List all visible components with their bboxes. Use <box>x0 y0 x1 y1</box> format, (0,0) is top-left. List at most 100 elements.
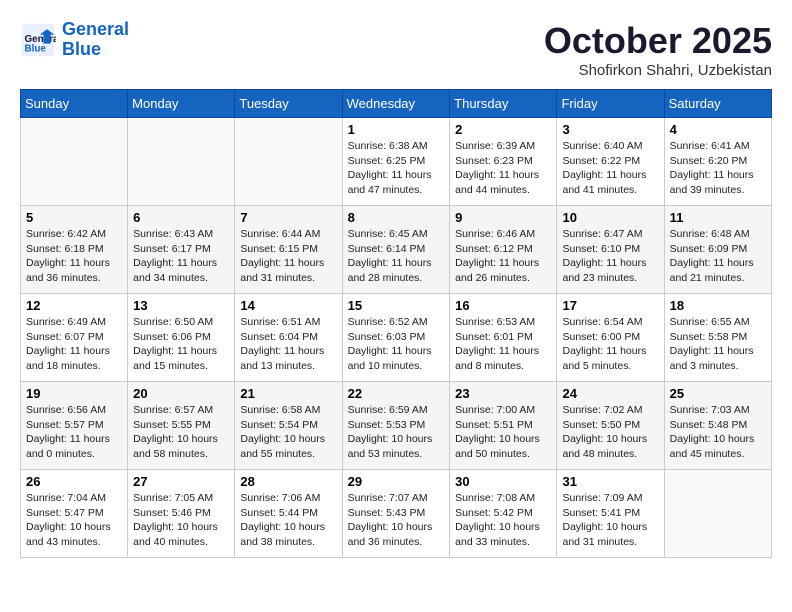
calendar-cell: 5 Sunrise: 6:42 AM Sunset: 6:18 PM Daylig… <box>21 206 128 294</box>
calendar-cell <box>128 118 235 206</box>
calendar-cell: 18 Sunrise: 6:55 AM Sunset: 5:58 PM Dayli… <box>664 294 771 382</box>
calendar-cell: 2Sunrise: 6:39 AM Sunset: 6:23 PM Daylig… <box>450 118 557 206</box>
day-number: 3 <box>562 122 658 137</box>
calendar-table: SundayMondayTuesdayWednesdayThursdayFrid… <box>20 89 772 558</box>
weekday-header-wednesday: Wednesday <box>342 90 450 118</box>
calendar-cell: 23 Sunrise: 7:00 AM Sunset: 5:51 PM Dayli… <box>450 382 557 470</box>
day-info: Sunrise: 7:05 AM Sunset: 5:46 PM Dayligh… <box>133 491 229 550</box>
day-info: Sunrise: 6:43 AM Sunset: 6:17 PM Dayligh… <box>133 227 229 286</box>
location-subtitle: Shofirkon Shahri, Uzbekistan <box>544 62 772 79</box>
day-number: 20 <box>133 386 229 401</box>
weekday-header-thursday: Thursday <box>450 90 557 118</box>
day-number: 16 <box>455 298 551 313</box>
day-info: Sunrise: 6:51 AM Sunset: 6:04 PM Dayligh… <box>240 315 336 374</box>
logo: General Blue General Blue <box>20 20 129 60</box>
day-number: 28 <box>240 474 336 489</box>
weekday-header-row: SundayMondayTuesdayWednesdayThursdayFrid… <box>21 90 772 118</box>
week-row-1: 1Sunrise: 6:38 AM Sunset: 6:25 PM Daylig… <box>21 118 772 206</box>
day-number: 2 <box>455 122 551 137</box>
calendar-cell: 20Sunrise: 6:57 AM Sunset: 5:55 PM Dayli… <box>128 382 235 470</box>
day-number: 11 <box>670 210 766 225</box>
day-number: 30 <box>455 474 551 489</box>
day-number: 7 <box>240 210 336 225</box>
day-info: Sunrise: 6:44 AM Sunset: 6:15 PM Dayligh… <box>240 227 336 286</box>
calendar-cell: 1Sunrise: 6:38 AM Sunset: 6:25 PM Daylig… <box>342 118 450 206</box>
weekday-header-friday: Friday <box>557 90 664 118</box>
day-info: Sunrise: 6:41 AM Sunset: 6:20 PM Dayligh… <box>670 139 766 198</box>
week-row-2: 5 Sunrise: 6:42 AM Sunset: 6:18 PM Daylig… <box>21 206 772 294</box>
day-info: Sunrise: 7:08 AM Sunset: 5:42 PM Dayligh… <box>455 491 551 550</box>
day-info: Sunrise: 7:09 AM Sunset: 5:41 PM Dayligh… <box>562 491 658 550</box>
calendar-cell: 7 Sunrise: 6:44 AM Sunset: 6:15 PM Daylig… <box>235 206 342 294</box>
day-info: Sunrise: 6:53 AM Sunset: 6:01 PM Dayligh… <box>455 315 551 374</box>
day-info: Sunrise: 6:46 AM Sunset: 6:12 PM Dayligh… <box>455 227 551 286</box>
day-info: Sunrise: 6:55 AM Sunset: 5:58 PM Dayligh… <box>670 315 766 374</box>
day-info: Sunrise: 7:00 AM Sunset: 5:51 PM Dayligh… <box>455 403 551 462</box>
day-info: Sunrise: 6:49 AM Sunset: 6:07 PM Dayligh… <box>26 315 122 374</box>
calendar-cell: 8 Sunrise: 6:45 AM Sunset: 6:14 PM Daylig… <box>342 206 450 294</box>
day-number: 21 <box>240 386 336 401</box>
calendar-cell: 9 Sunrise: 6:46 AM Sunset: 6:12 PM Daylig… <box>450 206 557 294</box>
weekday-header-monday: Monday <box>128 90 235 118</box>
weekday-header-tuesday: Tuesday <box>235 90 342 118</box>
day-number: 15 <box>348 298 445 313</box>
day-info: Sunrise: 7:04 AM Sunset: 5:47 PM Dayligh… <box>26 491 122 550</box>
calendar-cell: 31 Sunrise: 7:09 AM Sunset: 5:41 PM Dayli… <box>557 470 664 558</box>
day-info: Sunrise: 7:06 AM Sunset: 5:44 PM Dayligh… <box>240 491 336 550</box>
day-info: Sunrise: 6:50 AM Sunset: 6:06 PM Dayligh… <box>133 315 229 374</box>
calendar-cell: 26 Sunrise: 7:04 AM Sunset: 5:47 PM Dayli… <box>21 470 128 558</box>
day-number: 13 <box>133 298 229 313</box>
day-number: 8 <box>348 210 445 225</box>
day-info: Sunrise: 6:45 AM Sunset: 6:14 PM Dayligh… <box>348 227 445 286</box>
calendar-cell: 30 Sunrise: 7:08 AM Sunset: 5:42 PM Dayli… <box>450 470 557 558</box>
day-number: 19 <box>26 386 122 401</box>
month-title: October 2025 <box>544 20 772 62</box>
day-number: 12 <box>26 298 122 313</box>
calendar-cell <box>235 118 342 206</box>
day-number: 5 <box>26 210 122 225</box>
page-header: General Blue General Blue October 2025 S… <box>20 20 772 79</box>
day-number: 26 <box>26 474 122 489</box>
calendar-cell: 25Sunrise: 7:03 AM Sunset: 5:48 PM Dayli… <box>664 382 771 470</box>
day-info: Sunrise: 6:48 AM Sunset: 6:09 PM Dayligh… <box>670 227 766 286</box>
weekday-header-saturday: Saturday <box>664 90 771 118</box>
day-info: Sunrise: 6:52 AM Sunset: 6:03 PM Dayligh… <box>348 315 445 374</box>
day-info: Sunrise: 6:59 AM Sunset: 5:53 PM Dayligh… <box>348 403 445 462</box>
day-number: 23 <box>455 386 551 401</box>
day-number: 22 <box>348 386 445 401</box>
day-number: 27 <box>133 474 229 489</box>
calendar-cell: 15 Sunrise: 6:52 AM Sunset: 6:03 PM Dayli… <box>342 294 450 382</box>
day-number: 29 <box>348 474 445 489</box>
calendar-cell: 28 Sunrise: 7:06 AM Sunset: 5:44 PM Dayli… <box>235 470 342 558</box>
calendar-cell: 24Sunrise: 7:02 AM Sunset: 5:50 PM Dayli… <box>557 382 664 470</box>
day-info: Sunrise: 6:58 AM Sunset: 5:54 PM Dayligh… <box>240 403 336 462</box>
day-number: 10 <box>562 210 658 225</box>
calendar-cell: 22 Sunrise: 6:59 AM Sunset: 5:53 PM Dayli… <box>342 382 450 470</box>
day-number: 4 <box>670 122 766 137</box>
week-row-4: 19Sunrise: 6:56 AM Sunset: 5:57 PM Dayli… <box>21 382 772 470</box>
calendar-cell: 4 Sunrise: 6:41 AM Sunset: 6:20 PM Daylig… <box>664 118 771 206</box>
calendar-cell: 3 Sunrise: 6:40 AM Sunset: 6:22 PM Daylig… <box>557 118 664 206</box>
day-info: Sunrise: 6:42 AM Sunset: 6:18 PM Dayligh… <box>26 227 122 286</box>
week-row-5: 26 Sunrise: 7:04 AM Sunset: 5:47 PM Dayli… <box>21 470 772 558</box>
day-number: 18 <box>670 298 766 313</box>
day-number: 14 <box>240 298 336 313</box>
day-info: Sunrise: 6:40 AM Sunset: 6:22 PM Dayligh… <box>562 139 658 198</box>
day-info: Sunrise: 7:07 AM Sunset: 5:43 PM Dayligh… <box>348 491 445 550</box>
calendar-cell: 14 Sunrise: 6:51 AM Sunset: 6:04 PM Dayli… <box>235 294 342 382</box>
day-number: 6 <box>133 210 229 225</box>
week-row-3: 12 Sunrise: 6:49 AM Sunset: 6:07 PM Dayli… <box>21 294 772 382</box>
day-number: 9 <box>455 210 551 225</box>
calendar-cell <box>664 470 771 558</box>
day-info: Sunrise: 6:47 AM Sunset: 6:10 PM Dayligh… <box>562 227 658 286</box>
calendar-cell: 21 Sunrise: 6:58 AM Sunset: 5:54 PM Dayli… <box>235 382 342 470</box>
calendar-cell: 16 Sunrise: 6:53 AM Sunset: 6:01 PM Dayli… <box>450 294 557 382</box>
calendar-cell: 27 Sunrise: 7:05 AM Sunset: 5:46 PM Dayli… <box>128 470 235 558</box>
logo-icon: General Blue <box>20 22 56 58</box>
day-number: 17 <box>562 298 658 313</box>
day-info: Sunrise: 7:03 AM Sunset: 5:48 PM Dayligh… <box>670 403 766 462</box>
day-number: 31 <box>562 474 658 489</box>
calendar-cell: 17Sunrise: 6:54 AM Sunset: 6:00 PM Dayli… <box>557 294 664 382</box>
svg-text:Blue: Blue <box>25 43 47 54</box>
calendar-cell: 29 Sunrise: 7:07 AM Sunset: 5:43 PM Dayli… <box>342 470 450 558</box>
